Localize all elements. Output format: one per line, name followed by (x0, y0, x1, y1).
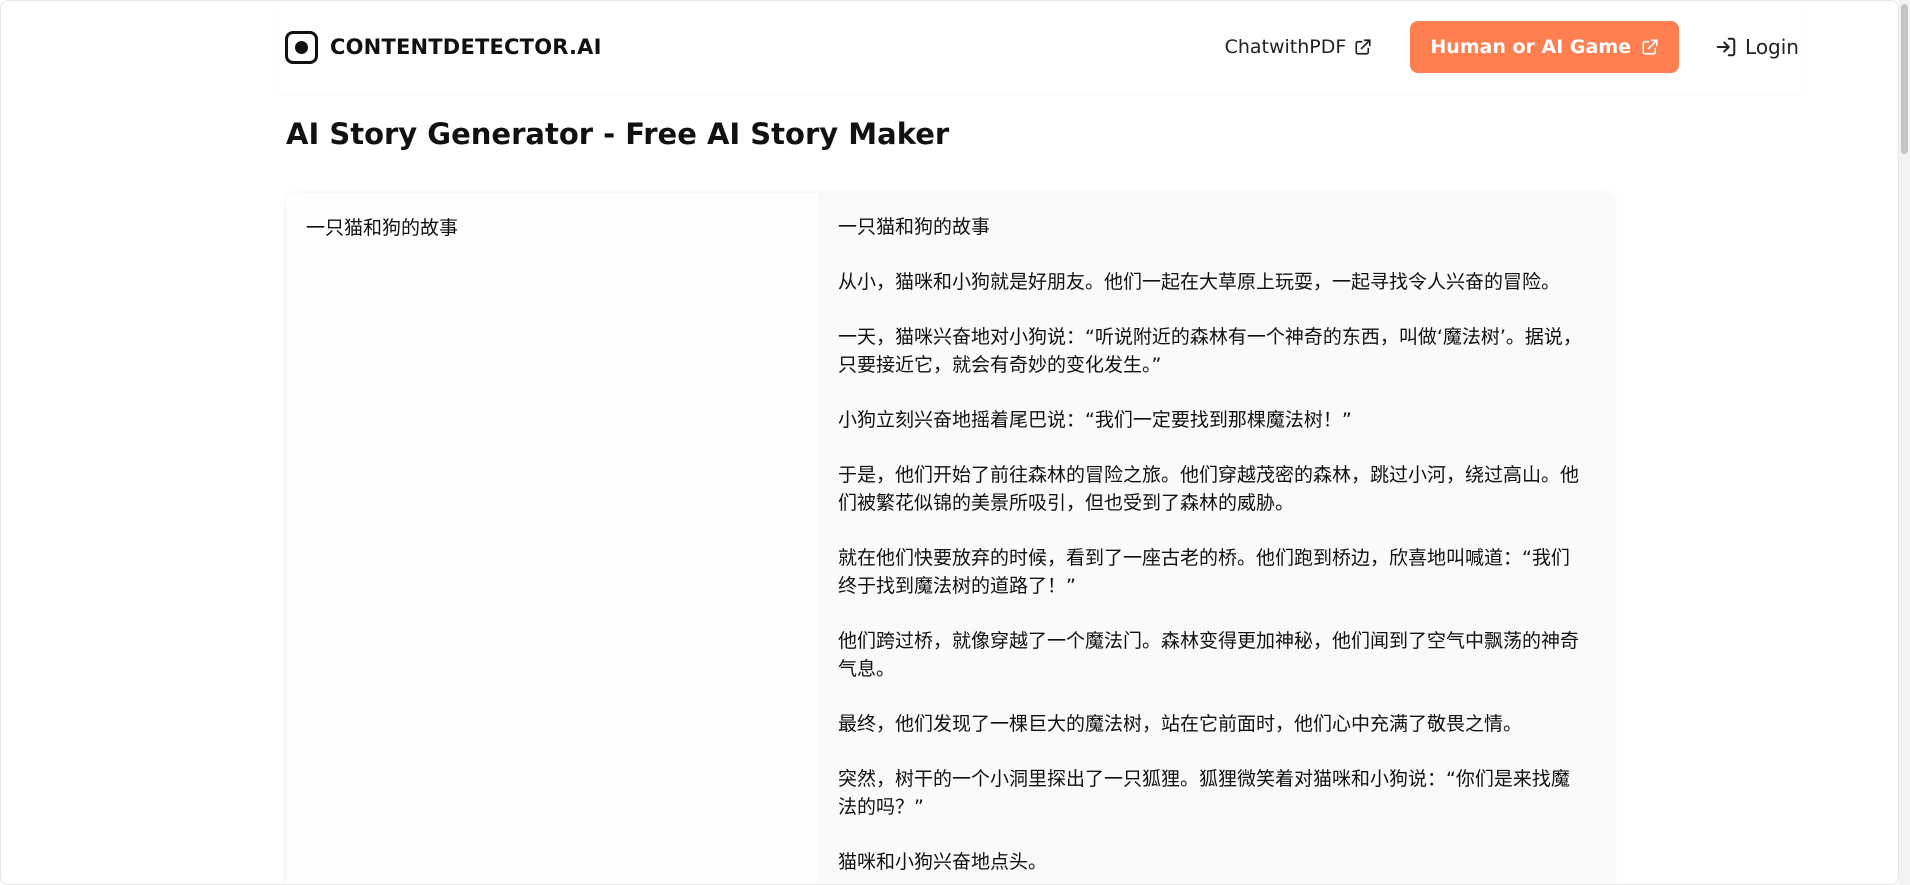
record-icon (285, 30, 318, 64)
brand-link[interactable]: CONTENTDETECTOR.AI (285, 30, 602, 64)
scrollbar-thumb[interactable] (1901, 4, 1908, 154)
external-link-icon (1642, 39, 1658, 55)
prompt-input-text: 一只猫和狗的故事 (306, 217, 459, 239)
story-generator-panel: 一只猫和狗的故事 一只猫和狗的故事 从小，猫咪和小狗就是好朋友。他们一起在大草原… (286, 193, 1614, 884)
story-paragraph: 他们跨过桥，就像穿越了一个魔法门。森林变得更加神秘，他们闻到了空气中飘荡的神奇气… (838, 630, 1580, 680)
story-paragraph: 就在他们快要放弃的时候，看到了一座古老的桥。他们跑到桥边，欣喜地叫喊道：“我们终… (838, 547, 1570, 597)
story-output: 一只猫和狗的故事 从小，猫咪和小狗就是好朋友。他们一起在大草原上玩耍，一起寻找令… (818, 193, 1614, 884)
story-paragraph: 猫咪和小狗兴奋地点头。 (838, 851, 1048, 873)
story-paragraph: 于是，他们开始了前往森林的冒险之旅。他们穿越茂密的森林，跳过小河，绕过高山。他们… (838, 464, 1580, 514)
prompt-input[interactable]: 一只猫和狗的故事 (286, 193, 818, 884)
page-frame: CONTENTDETECTOR.AI ChatwithPDF Human or … (0, 0, 1899, 885)
story-paragraph: 从小，猫咪和小狗就是好朋友。他们一起在大草原上玩耍，一起寻找令人兴奋的冒险。 (838, 271, 1561, 293)
brand-name: CONTENTDETECTOR.AI (330, 35, 602, 59)
site-header: CONTENTDETECTOR.AI ChatwithPDF Human or … (276, 1, 1801, 93)
story-paragraph: 小狗立刻兴奋地摇着尾巴说：“我们一定要找到那棵魔法树！” (838, 409, 1352, 431)
top-nav: ChatwithPDF Human or AI Game Login (1225, 21, 1799, 73)
story-paragraph: 最终，他们发现了一棵巨大的魔法树，站在它前面时，他们心中充满了敬畏之情。 (838, 713, 1523, 735)
login-link[interactable]: Login (1715, 35, 1799, 59)
login-icon (1716, 37, 1736, 57)
page-title: AI Story Generator - Free AI Story Maker (286, 117, 950, 151)
chat-with-pdf-label: ChatwithPDF (1224, 36, 1347, 58)
page-scrollbar[interactable] (1899, 0, 1910, 885)
chat-with-pdf-link[interactable]: ChatwithPDF (1225, 36, 1373, 58)
human-or-ai-game-button[interactable]: Human or AI Game (1410, 21, 1680, 73)
login-label: Login (1745, 35, 1799, 59)
story-paragraph: 突然，树干的一个小洞里探出了一只狐狸。狐狸微笑着对猫咪和小狗说：“你们是来找魔法… (838, 768, 1570, 818)
story-paragraph: 一天，猫咪兴奋地对小狗说：“听说附近的森林有一个神奇的东西，叫做‘魔法树’。据说… (838, 326, 1582, 376)
story-paragraph: 一只猫和狗的故事 (838, 216, 991, 238)
human-or-ai-game-label: Human or AI Game (1430, 36, 1632, 58)
external-link-icon (1355, 39, 1371, 55)
